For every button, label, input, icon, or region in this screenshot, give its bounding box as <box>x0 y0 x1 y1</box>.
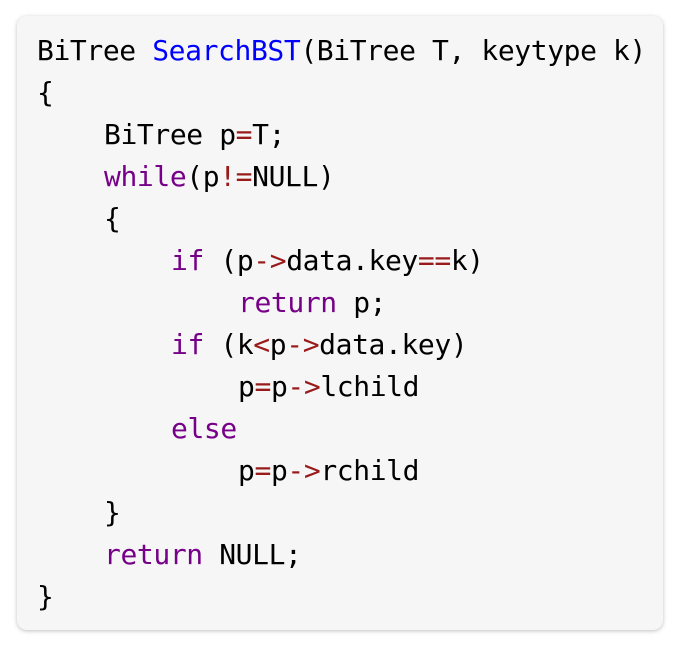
code-line: { <box>37 72 646 114</box>
code-token: p <box>270 454 288 487</box>
operator-token: != <box>219 160 253 193</box>
code-line: p=p->lchild <box>37 366 646 408</box>
operator-token: -> <box>287 454 321 487</box>
code-token: T; <box>252 118 286 151</box>
code-token: NULL; <box>202 538 302 571</box>
keyword-token: if <box>171 244 204 277</box>
code-line: p=p->rchild <box>37 450 646 492</box>
code-line: if (p->data.key==k) <box>37 240 646 282</box>
keyword-token: return <box>104 538 203 571</box>
operator-token: -> <box>253 244 287 277</box>
code-token: p; <box>336 286 387 319</box>
code-token: { <box>37 76 54 109</box>
code-line: } <box>37 576 646 618</box>
code-token: } <box>104 496 121 529</box>
code-token: k) <box>450 244 484 277</box>
code-token: (p <box>186 160 220 193</box>
keyword-token: while <box>104 160 187 193</box>
code-line: else <box>37 408 646 450</box>
operator-token: = <box>254 370 271 403</box>
code-block: BiTree SearchBST(BiTree T, keytype k) { Bi… <box>17 16 663 630</box>
code-token: BiTree <box>37 34 153 67</box>
code-token: p <box>269 328 287 361</box>
code-token: data.key) <box>319 328 468 361</box>
code-line: if (k<p->data.key) <box>37 324 646 366</box>
code-token: BiTree p <box>104 118 236 151</box>
code-line: BiTree SearchBST(BiTree T, keytype k) <box>37 30 646 72</box>
code-line: return NULL; <box>37 534 646 576</box>
code-token: p <box>238 454 255 487</box>
code-token: lchild <box>320 370 420 403</box>
function-name-token: SearchBST <box>152 34 301 67</box>
operator-token: -> <box>286 328 320 361</box>
code-line: { <box>37 198 646 240</box>
code-token: NULL) <box>252 160 335 193</box>
code-token: data.key <box>286 244 418 277</box>
operator-token: -> <box>287 370 321 403</box>
operator-token: < <box>253 328 270 361</box>
code-token: } <box>37 580 54 613</box>
code-token: p <box>270 370 288 403</box>
code-token: p <box>238 370 255 403</box>
code-token: rchild <box>320 454 420 487</box>
code-line: BiTree p=T; <box>37 114 646 156</box>
code-token: (k <box>203 328 254 361</box>
code-token: (BiTree T, keytype k) <box>300 34 646 67</box>
operator-token: = <box>254 454 271 487</box>
operator-token: = <box>235 118 253 151</box>
code-token: { <box>104 202 121 235</box>
operator-token: == <box>417 244 451 277</box>
keyword-token: return <box>238 286 337 319</box>
keyword-token: else <box>171 412 237 445</box>
code-line: while(p!=NULL) <box>37 156 646 198</box>
code-text: BiTree SearchBST(BiTree T, keytype k) { Bi… <box>37 30 646 618</box>
code-line: } <box>37 492 646 534</box>
keyword-token: if <box>171 328 204 361</box>
code-line: return p; <box>37 282 646 324</box>
code-token: (p <box>203 244 254 277</box>
